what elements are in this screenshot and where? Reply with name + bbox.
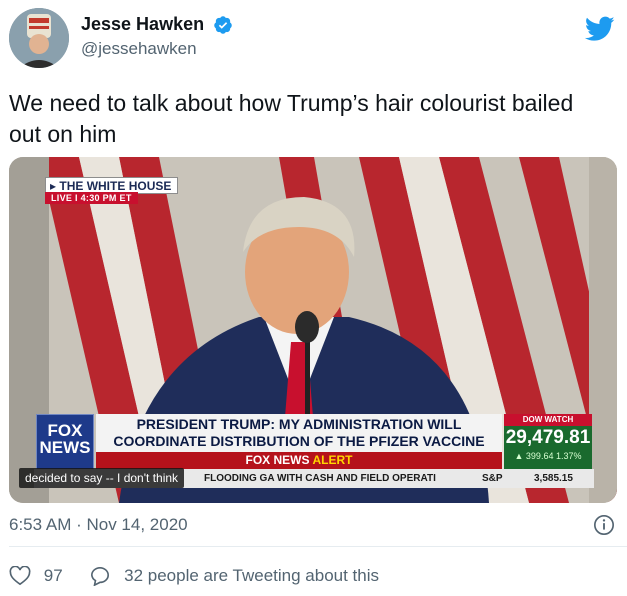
headline-line-1: PRESIDENT TRUMP: MY ADMINISTRATION WILL: [136, 416, 462, 432]
ticker-text: FLOODING GA WITH CASH AND FIELD OPERATI: [204, 473, 436, 484]
alert-word: ALERT: [312, 453, 353, 467]
reply-bubble-icon[interactable]: [89, 566, 111, 586]
ticker-index: S&P: [482, 473, 503, 484]
heart-icon[interactable]: [9, 565, 31, 586]
fox-news-logo: FOX NEWS: [36, 414, 94, 470]
verified-badge-icon: [213, 15, 232, 34]
dow-watch: DOW WATCH 29,479.81 ▲ 399.64 1.37%: [504, 414, 592, 469]
tweet-video[interactable]: ▸ THE WHITE HOUSE LIVE I 4:30 PM ET FOX N…: [9, 157, 617, 503]
headline: PRESIDENT TRUMP: MY ADMINISTRATION WILL …: [96, 414, 502, 452]
dow-change: ▲ 399.64 1.37%: [514, 451, 582, 461]
tweet-footer: 97 32 people are Tweeting about this: [9, 565, 379, 586]
like-count[interactable]: 97: [44, 566, 63, 585]
tweet-header: Jesse Hawken @jessehawken: [9, 8, 627, 68]
dow-value: 29,479.81: [505, 427, 591, 448]
avatar[interactable]: [9, 8, 69, 68]
tweet-timestamp[interactable]: 6:53 AM · Nov 14, 2020: [9, 515, 188, 535]
dow-title: DOW WATCH: [504, 414, 592, 426]
live-label: LIVE I 4:30 PM ET: [45, 192, 138, 204]
info-icon[interactable]: [593, 514, 615, 536]
headline-line-2: COORDINATE DISTRIBUTION OF THE PFIZER VA…: [113, 433, 485, 449]
user-handle[interactable]: @jessehawken: [81, 39, 233, 59]
display-name[interactable]: Jesse Hawken: [81, 14, 204, 35]
alert-bar: FOX NEWS ALERT: [96, 452, 502, 469]
tweet-text: We need to talk about how Trump’s hair c…: [9, 90, 574, 147]
tweeting-count-link[interactable]: 32 people are Tweeting about this: [124, 566, 379, 585]
alert-prefix: FOX NEWS: [245, 453, 310, 467]
twitter-bird-icon[interactable]: [585, 16, 615, 42]
ticker-index-value: 3,585.15: [534, 473, 573, 484]
video-caption: decided to say -- I don't think: [19, 468, 185, 488]
divider: [9, 546, 627, 547]
